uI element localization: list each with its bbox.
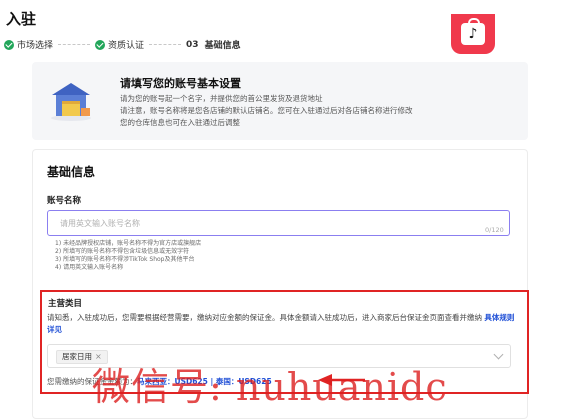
step-qualification: 资质认证 <box>95 38 144 51</box>
check-icon <box>4 39 14 50</box>
char-counter: 0/120 <box>485 226 504 234</box>
category-description: 请知悉，入驻成功后，您需要根据经营需要，缴纳对应金额的保证金。具体金额请入驻成功… <box>47 312 517 336</box>
close-icon[interactable]: × <box>95 351 102 363</box>
info-title: 请填写您的账号基本设置 <box>120 77 241 90</box>
info-card: 请填写您的账号基本设置 请为您的账号起一个名字，并提供您的首公里发货及退货地址 … <box>32 62 528 140</box>
info-line: 请注意，账号名称将是您各店铺的默认店铺名。您可在入驻通过后对各店铺名称进行修改 <box>120 106 413 115</box>
rule-item: 2) 所填写的账号名称不得包含垃圾信息或无效字符 <box>55 248 190 255</box>
category-tag: 居家日用 × <box>56 350 108 364</box>
check-icon <box>95 39 106 50</box>
step-label: 市场选择 <box>17 41 54 51</box>
step-divider <box>149 44 182 45</box>
naming-rules: 1) 未经品牌授权店铺，账号名称不得为官方店或旗舰店 2) 所填写的账号名称不得… <box>55 240 201 272</box>
store-illustration <box>51 83 91 121</box>
category-tag-label: 居家日用 <box>62 352 92 361</box>
step-number: 03 <box>186 39 199 50</box>
step-basic-info: 03 基础信息 <box>186 38 241 52</box>
info-line: 您的仓库信息也可在入驻通过后调整 <box>120 118 240 127</box>
step-divider <box>58 44 91 45</box>
deposit-prefix: 您需缴纳的保证金金额为： <box>47 377 137 386</box>
category-description-text: 请知悉，入驻成功后，您需要根据经营需要，缴纳对应金额的保证金。具体金额请入驻成功… <box>47 313 482 322</box>
page-title: 入驻 <box>6 10 37 28</box>
section-title: 基础信息 <box>47 165 96 179</box>
account-name-label: 账号名称 <box>47 196 82 206</box>
deposit-values: 马来西亚：USD625 | 泰国：USD625 <box>137 377 272 386</box>
deposit-info: 您需缴纳的保证金金额为：马来西亚：USD625 | 泰国：USD625 <box>47 376 272 387</box>
page-header: 入驻 市场选择 资质认证 03 基础信息 ♪ <box>0 0 562 60</box>
category-select[interactable]: 居家日用 × <box>47 344 511 368</box>
step-market: 市场选择 <box>4 38 53 51</box>
arrow-annotation <box>318 374 365 386</box>
main-category-label: 主营类目 <box>48 299 83 309</box>
rule-item: 4) 请用英文输入账号名称 <box>55 264 124 271</box>
rule-item: 3) 所填写的账号名称不得涉TikTok Shop及其他平台 <box>55 256 195 263</box>
step-label: 基础信息 <box>204 41 241 51</box>
tiktok-shop-logo: ♪ <box>451 14 495 54</box>
account-name-input[interactable] <box>47 210 510 236</box>
shopping-bag-icon: ♪ <box>461 18 485 45</box>
info-line: 请为您的账号起一个名字，并提供您的首公里发货及退货地址 <box>120 94 323 103</box>
rule-item: 1) 未经品牌授权店铺，账号名称不得为官方店或旗舰店 <box>55 240 202 247</box>
step-label: 资质认证 <box>108 41 145 51</box>
progress-steps: 市场选择 资质认证 03 基础信息 <box>4 38 241 51</box>
chevron-down-icon[interactable] <box>493 349 504 360</box>
